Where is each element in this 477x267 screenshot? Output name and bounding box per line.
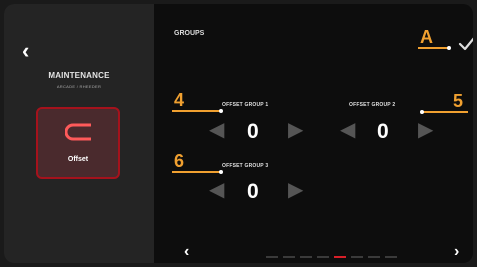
page-dot bbox=[368, 256, 380, 258]
page-dot bbox=[266, 256, 278, 258]
annotation-5-dot bbox=[420, 110, 424, 114]
caret-right-icon: ▶ bbox=[418, 119, 434, 141]
offset-group-1-decrease[interactable]: ◀ bbox=[209, 120, 224, 140]
next-page-button[interactable]: › bbox=[454, 244, 459, 260]
caret-left-icon: ◀ bbox=[209, 119, 225, 141]
offset-group-2-label: OFFSET GROUP 2 bbox=[349, 102, 396, 108]
offset-group-1-value: 0 bbox=[247, 120, 259, 143]
offset-bracket-icon bbox=[65, 123, 91, 141]
annotation-5: 5 bbox=[453, 91, 464, 111]
annotation-5-line bbox=[422, 111, 468, 113]
back-button[interactable]: ‹ bbox=[22, 40, 29, 62]
previous-page-button[interactable]: ‹ bbox=[184, 244, 189, 260]
chevron-left-icon: ‹ bbox=[22, 38, 30, 63]
page-dot bbox=[385, 256, 397, 258]
page-indicator bbox=[266, 256, 397, 258]
annotation-6-dot bbox=[219, 170, 223, 174]
annotation-a: A bbox=[420, 27, 433, 47]
screen-title: GROUPS bbox=[174, 30, 205, 37]
offset-group-3-label: OFFSET GROUP 3 bbox=[222, 163, 269, 169]
menu-subtitle: ARCADE / RHEEDER bbox=[56, 84, 102, 89]
page-dot bbox=[300, 256, 312, 258]
page-dot bbox=[351, 256, 363, 258]
offset-tile-label: Offset bbox=[67, 156, 89, 163]
offset-group-3-increase[interactable]: ▶ bbox=[288, 180, 303, 200]
caret-left-icon: ◀ bbox=[340, 119, 356, 141]
page-dot bbox=[317, 256, 329, 258]
annotation-4-line bbox=[172, 110, 220, 112]
caret-right-icon: ▶ bbox=[288, 179, 304, 201]
check-icon[interactable] bbox=[458, 35, 473, 53]
annotation-4: 4 bbox=[174, 90, 185, 110]
annotation-4-dot bbox=[219, 109, 223, 113]
chevron-left-icon: ‹ bbox=[184, 243, 190, 260]
page-dot bbox=[334, 256, 346, 258]
offset-group-1-label: OFFSET GROUP 1 bbox=[222, 102, 269, 108]
caret-right-icon: ▶ bbox=[288, 119, 304, 141]
left-panel: ‹ MAINTENANCE ARCADE / RHEEDER Offset bbox=[4, 4, 154, 263]
caret-left-icon: ◀ bbox=[209, 179, 225, 201]
offset-tile[interactable]: Offset bbox=[36, 107, 120, 179]
annotation-a-dot bbox=[447, 46, 451, 50]
offset-group-2-increase[interactable]: ▶ bbox=[418, 120, 433, 140]
offset-group-1-increase[interactable]: ▶ bbox=[288, 120, 303, 140]
annotation-6-line bbox=[172, 171, 220, 173]
offset-group-2-decrease[interactable]: ◀ bbox=[340, 120, 355, 140]
device-screen: ‹ MAINTENANCE ARCADE / RHEEDER Offset GR… bbox=[4, 4, 473, 263]
annotation-a-line bbox=[418, 47, 448, 49]
menu-title: MAINTENANCE bbox=[48, 71, 110, 80]
offset-group-3-value: 0 bbox=[247, 180, 259, 203]
page-dot bbox=[283, 256, 295, 258]
offset-group-3-decrease[interactable]: ◀ bbox=[209, 180, 224, 200]
annotation-6: 6 bbox=[174, 151, 185, 171]
chevron-right-icon: › bbox=[454, 243, 460, 260]
offset-group-2-value: 0 bbox=[377, 120, 389, 143]
